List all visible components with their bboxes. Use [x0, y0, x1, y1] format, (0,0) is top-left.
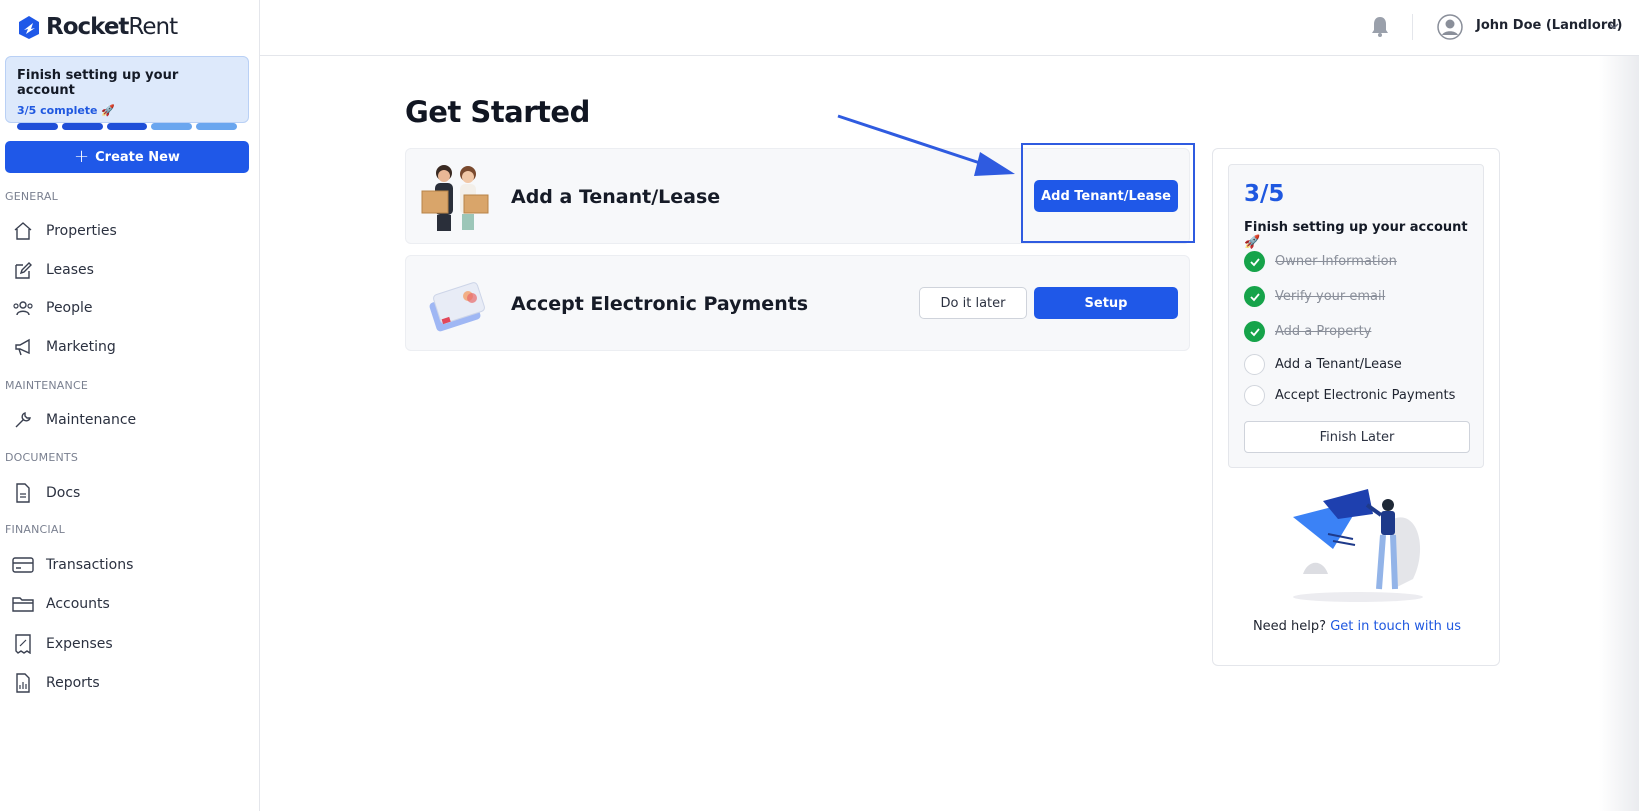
task-label: Add a Tenant/Lease [511, 186, 721, 208]
credit-cards-illustration-icon [429, 282, 485, 332]
sidebar-item-properties[interactable]: Properties [12, 216, 242, 246]
checklist-item[interactable]: Add a Tenant/Lease [1244, 354, 1402, 375]
checklist-item[interactable]: Accept Electronic Payments [1244, 385, 1455, 406]
top-bar [260, 0, 1639, 56]
brand-name: RocketRent [46, 14, 178, 40]
progress-segment [61, 123, 103, 130]
report-icon [12, 672, 34, 694]
help-prompt: Need help? [1252, 619, 1327, 634]
sidebar-item-label: Accounts [46, 596, 110, 612]
plus-icon: + [74, 146, 90, 167]
task-card-electronic-payments: Accept Electronic Payments Do it later S… [405, 255, 1190, 351]
empty-circle-icon [1244, 385, 1265, 406]
sidebar-item-people[interactable]: People [12, 293, 242, 323]
sidebar-item-label: Maintenance [46, 412, 137, 428]
wrench-icon [12, 409, 34, 431]
sidebar-item-accounts[interactable]: Accounts [12, 589, 242, 619]
page-title: Get Started [405, 95, 590, 129]
help-text: Need help? Get in touch with us [1213, 619, 1501, 634]
nav-section-documents: DOCUMENTS [5, 451, 79, 464]
task-label: Accept Electronic Payments [511, 293, 809, 315]
setup-payments-button[interactable]: Setup [1034, 287, 1178, 319]
annotation-highlight-box [1021, 143, 1195, 243]
sidebar-item-leases[interactable]: Leases [12, 255, 242, 285]
megaphone-icon [12, 336, 34, 358]
progress-segment [196, 123, 237, 130]
sidebar-item-label: Marketing [46, 339, 116, 355]
sidebar-item-expenses[interactable]: Expenses [12, 629, 242, 659]
do-it-later-button[interactable]: Do it later [919, 287, 1027, 319]
paper-plane-illustration-icon [1293, 489, 1423, 602]
tenants-moving-illustration-icon [421, 165, 489, 231]
home-icon [12, 220, 34, 242]
sidebar-item-label: People [46, 300, 93, 316]
sidebar-item-label: Transactions [46, 557, 134, 573]
setup-progress-card[interactable]: Finish setting up your account 3/5 compl… [5, 56, 249, 130]
edit-icon [12, 259, 34, 281]
checklist-card: 3/5 Finish setting up your account 🚀 Own… [1228, 164, 1484, 468]
user-avatar-icon[interactable] [1437, 14, 1463, 40]
checklist-item-label: Verify your email [1275, 289, 1386, 304]
progress-segment [17, 123, 58, 130]
chevron-down-icon[interactable] [1608, 20, 1620, 32]
progress-segment [106, 123, 148, 130]
checklist-item-label: Add a Tenant/Lease [1275, 357, 1402, 372]
brand-logo[interactable]: RocketRent [16, 12, 178, 42]
create-new-button[interactable]: + Create New [5, 141, 249, 173]
page-edge-shadow [1599, 56, 1639, 811]
empty-circle-icon [1244, 354, 1265, 375]
checklist-count: 3/5 [1244, 181, 1285, 207]
sidebar-item-label: Docs [46, 485, 81, 501]
nav-section-general: GENERAL [5, 190, 58, 203]
checklist-item-label: Owner Information [1275, 254, 1397, 269]
nav-section-maintenance: MAINTENANCE [5, 379, 88, 392]
checklist-item[interactable]: Add a Property [1244, 321, 1371, 342]
folder-icon [12, 593, 34, 615]
progress-segment [151, 123, 193, 130]
get-in-touch-link[interactable]: Get in touch with us [1330, 619, 1461, 634]
sidebar-item-marketing[interactable]: Marketing [12, 332, 242, 362]
users-icon [12, 297, 34, 319]
setup-progress-bar [17, 123, 237, 130]
checklist-item-label: Add a Property [1275, 324, 1372, 339]
check-icon [1244, 286, 1265, 307]
sidebar-item-label: Leases [46, 262, 94, 278]
checklist-item[interactable]: Verify your email [1244, 286, 1385, 307]
user-menu-name[interactable]: John Doe (Landlord) [1476, 18, 1622, 33]
setup-card-title: Finish setting up your account [17, 68, 179, 98]
sidebar-item-docs[interactable]: Docs [12, 478, 242, 508]
checklist-item[interactable]: Owner Information [1244, 251, 1397, 272]
rocketrent-logo-icon [19, 16, 39, 39]
document-icon [12, 482, 34, 504]
setup-checklist-panel: 3/5 Finish setting up your account 🚀 Own… [1212, 148, 1500, 666]
sidebar-item-transactions[interactable]: Transactions [12, 550, 242, 580]
sidebar-item-label: Expenses [46, 636, 113, 652]
create-new-label: Create New [95, 149, 180, 165]
setup-card-progress-text: 3/5 complete 🚀 [17, 104, 116, 117]
sidebar-item-label: Properties [46, 223, 117, 239]
sidebar-item-label: Reports [46, 675, 100, 691]
app-root: RocketRent Finish setting up your accoun… [0, 0, 1639, 811]
checklist-item-label: Accept Electronic Payments [1275, 388, 1456, 403]
finish-later-button[interactable]: Finish Later [1244, 421, 1470, 453]
sidebar-item-maintenance[interactable]: Maintenance [12, 405, 242, 435]
checklist-title: Finish setting up your account 🚀 [1244, 220, 1468, 250]
check-icon [1244, 251, 1265, 272]
credit-card-icon [12, 554, 34, 576]
notification-bell-icon[interactable] [1370, 15, 1390, 39]
sidebar-item-reports[interactable]: Reports [12, 668, 242, 698]
nav-section-financial: FINANCIAL [5, 523, 65, 536]
topbar-divider [1412, 14, 1413, 40]
check-icon [1244, 321, 1265, 342]
annotation-arrow [837, 114, 1015, 176]
sidebar: RocketRent Finish setting up your accoun… [0, 0, 260, 811]
receipt-icon [12, 633, 34, 655]
